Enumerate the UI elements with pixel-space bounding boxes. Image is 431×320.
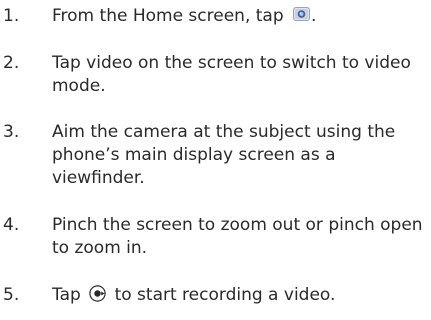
record-button-icon <box>89 284 106 302</box>
step-text-after: . <box>311 6 317 26</box>
step-text: From the Home screen, tap . <box>52 5 428 28</box>
step-number: 5. <box>3 285 20 305</box>
step-number: 1. <box>3 6 20 26</box>
step-text: Pinch the screen to zoom out or pinch op… <box>52 215 423 258</box>
step-text: Aim the camera at the subject using the … <box>52 122 396 188</box>
step-number: 3. <box>3 122 20 142</box>
step-text-after: to start recording a video. <box>109 285 336 305</box>
step-text: Tap to start recording a video. <box>52 284 428 307</box>
step-number: 2. <box>3 53 20 73</box>
step-text-before: Tap <box>52 285 87 305</box>
camera-app-icon <box>293 7 311 21</box>
step-number: 4. <box>3 215 20 235</box>
step-text: Tap video on the screen to switch to vid… <box>52 53 411 96</box>
instruction-list: 1. From the Home screen, tap . 2. Tap vi… <box>0 0 431 320</box>
step-text-before: From the Home screen, tap <box>52 6 290 26</box>
